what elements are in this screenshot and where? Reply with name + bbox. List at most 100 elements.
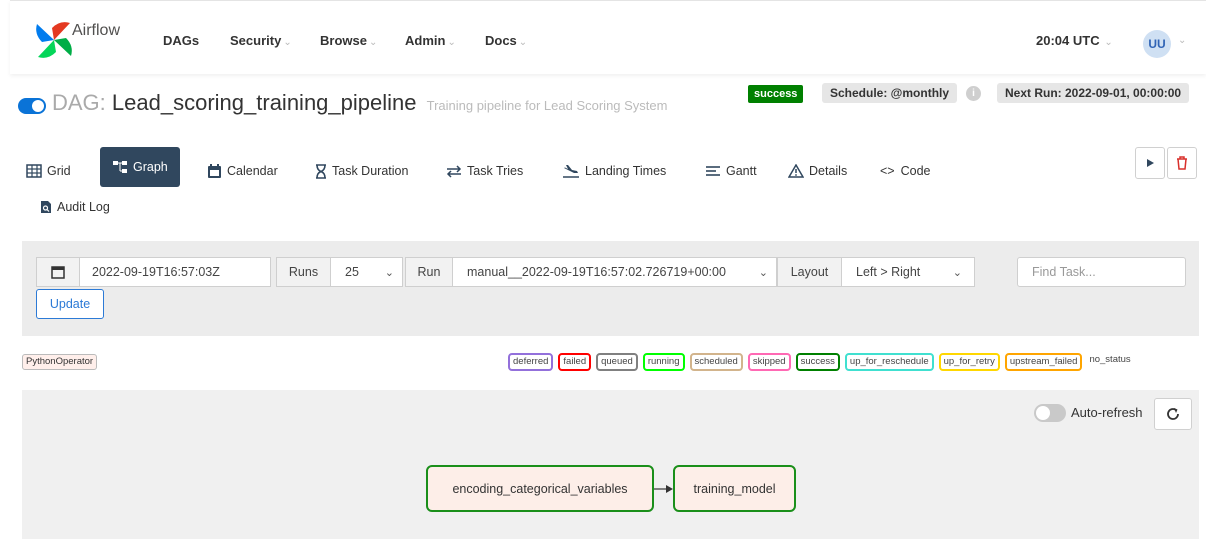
utc-clock[interactable]: 20:04 UTC ⌄ — [1036, 33, 1113, 48]
trigger-dag-button[interactable] — [1135, 147, 1165, 179]
nav-browse[interactable]: Browse ⌄ — [320, 33, 377, 48]
legend-state-scheduled[interactable]: scheduled — [689, 353, 743, 371]
clock-label: 20:04 UTC — [1036, 33, 1100, 48]
trash-icon — [1177, 156, 1187, 170]
toggle-knob — [1036, 406, 1050, 420]
nav-docs[interactable]: Docs ⌄ — [485, 33, 527, 48]
tab-grid-label: Grid — [47, 164, 71, 178]
tab-graph-label: Graph — [133, 160, 168, 174]
auto-refresh-toggle[interactable] — [1034, 404, 1066, 422]
layout-value: Left > Right — [856, 265, 921, 279]
tab-code[interactable]: <> Code — [880, 155, 931, 187]
runs-label: Runs — [276, 257, 331, 287]
refresh-button[interactable] — [1154, 398, 1192, 430]
next-run-badge: Next Run: 2022-09-01, 00:00:00 — [997, 83, 1190, 103]
legend-state-skipped[interactable]: skipped — [747, 353, 791, 371]
refresh-icon — [1167, 408, 1179, 420]
delete-dag-button[interactable] — [1167, 147, 1197, 179]
run-value: manual__2022-09-19T16:57:02.726719+00:00 — [467, 265, 726, 279]
user-avatar[interactable]: UU — [1143, 30, 1171, 58]
tab-calendar-label: Calendar — [227, 164, 278, 178]
layout-select[interactable]: Left > Right ⌄ — [841, 257, 975, 287]
dag-name: Lead_scoring_training_pipeline — [111, 90, 417, 115]
calendar-icon — [51, 266, 65, 279]
tab-details[interactable]: Details — [788, 155, 847, 187]
nav-dags-label: DAGs — [163, 33, 200, 48]
find-task-input[interactable]: Find Task... — [1017, 257, 1186, 287]
tab-gantt-label: Gantt — [726, 164, 757, 178]
run-select[interactable]: manual__2022-09-19T16:57:02.726719+00:00… — [452, 257, 777, 287]
dag-pause-toggle[interactable] — [18, 98, 46, 114]
nav-admin[interactable]: Admin ⌄ — [405, 33, 456, 48]
chevron-down-icon: ⌄ — [952, 266, 962, 279]
nav-dags[interactable]: DAGs — [163, 33, 199, 48]
grid-icon — [26, 164, 42, 178]
tab-graph[interactable]: Graph — [100, 147, 180, 187]
tab-landing-times[interactable]: Landing Times — [562, 155, 666, 187]
warning-triangle-icon — [788, 164, 804, 178]
hourglass-icon — [316, 163, 326, 179]
tab-audit-log[interactable]: Audit Log — [40, 189, 110, 225]
tab-task-tries-label: Task Tries — [467, 164, 524, 178]
runs-select[interactable]: 25 ⌄ — [330, 257, 403, 287]
info-icon[interactable]: i — [966, 86, 981, 101]
schedule-badge: Schedule: @monthly — [822, 83, 958, 103]
dag-prefix: DAG: — [52, 90, 106, 115]
legend-state-success[interactable]: success — [795, 353, 840, 371]
base-date-value: 2022-09-19T16:57:03Z — [92, 265, 220, 279]
tab-details-label: Details — [809, 164, 848, 178]
legend-state-deferred[interactable]: deferred — [508, 353, 554, 371]
plane-landing-icon — [563, 165, 579, 178]
tab-grid[interactable]: Grid — [26, 155, 71, 187]
legend-state-upstream-failed[interactable]: upstream_failed — [1004, 353, 1083, 371]
layout-label: Layout — [777, 257, 842, 287]
chevron-down-icon[interactable]: ⌄ — [1178, 35, 1186, 46]
chevron-down-icon: ⌄ — [384, 266, 394, 279]
update-button[interactable]: Update — [36, 289, 104, 319]
nav-admin-label: Admin — [405, 33, 446, 48]
graph-icon — [113, 161, 127, 173]
nav-browse-label: Browse — [320, 33, 367, 48]
tab-task-tries[interactable]: Task Tries — [446, 155, 523, 187]
nav-security-label: Security — [230, 33, 282, 48]
gantt-icon — [706, 166, 720, 176]
state-legend: deferred failed queued running scheduled… — [508, 353, 1133, 371]
tab-code-label: Code — [900, 164, 931, 178]
tab-task-duration[interactable]: Task Duration — [315, 155, 408, 187]
legend-state-up-for-retry[interactable]: up_for_retry — [938, 353, 1000, 371]
airflow-logo-icon[interactable] — [34, 20, 74, 60]
tab-calendar[interactable]: Calendar — [207, 155, 278, 187]
tab-task-duration-label: Task Duration — [332, 164, 409, 178]
page-title: DAG: Lead_scoring_training_pipeline Trai… — [52, 90, 667, 116]
chevron-down-icon: ⌄ — [1101, 37, 1113, 48]
task-node-encoding-categorical-variables[interactable]: encoding_categorical_variables — [426, 465, 654, 512]
calendar-addon[interactable] — [36, 257, 80, 287]
chevron-down-icon: ⌄ — [518, 37, 528, 48]
auto-refresh-label: Auto-refresh — [1071, 405, 1143, 420]
run-label: Run — [405, 257, 453, 287]
task-node-training-model[interactable]: training_model — [673, 465, 796, 512]
legend-state-queued[interactable]: queued — [596, 353, 638, 371]
tab-gantt[interactable]: Gantt — [705, 155, 757, 187]
base-date-input[interactable]: 2022-09-19T16:57:03Z — [79, 257, 271, 287]
dag-state-badge: success — [748, 85, 804, 103]
chevron-down-icon: ⌄ — [368, 37, 378, 48]
legend-state-no-status[interactable]: no_status — [1087, 353, 1132, 371]
legend-state-up-for-reschedule[interactable]: up_for_reschedule — [844, 353, 934, 371]
dependency-edge-arrow — [654, 485, 673, 493]
legend-state-running[interactable]: running — [642, 353, 685, 371]
code-icon: <> — [880, 164, 895, 178]
play-icon — [1147, 159, 1154, 167]
graph-filter-bar — [22, 241, 1199, 336]
dag-description: Training pipeline for Lead Scoring Syste… — [426, 98, 668, 113]
nav-security[interactable]: Security ⌄ — [230, 33, 292, 48]
find-task-placeholder: Find Task... — [1032, 265, 1096, 279]
toggle-knob — [32, 100, 44, 112]
nav-docs-label: Docs — [485, 33, 517, 48]
calendar-icon — [208, 163, 221, 178]
tab-audit-log-label: Audit Log — [57, 200, 110, 214]
brand-name[interactable]: Airflow — [72, 22, 120, 40]
tab-landing-times-label: Landing Times — [585, 164, 667, 178]
legend-state-failed[interactable]: failed — [558, 353, 592, 371]
retry-arrows-icon — [446, 165, 462, 178]
